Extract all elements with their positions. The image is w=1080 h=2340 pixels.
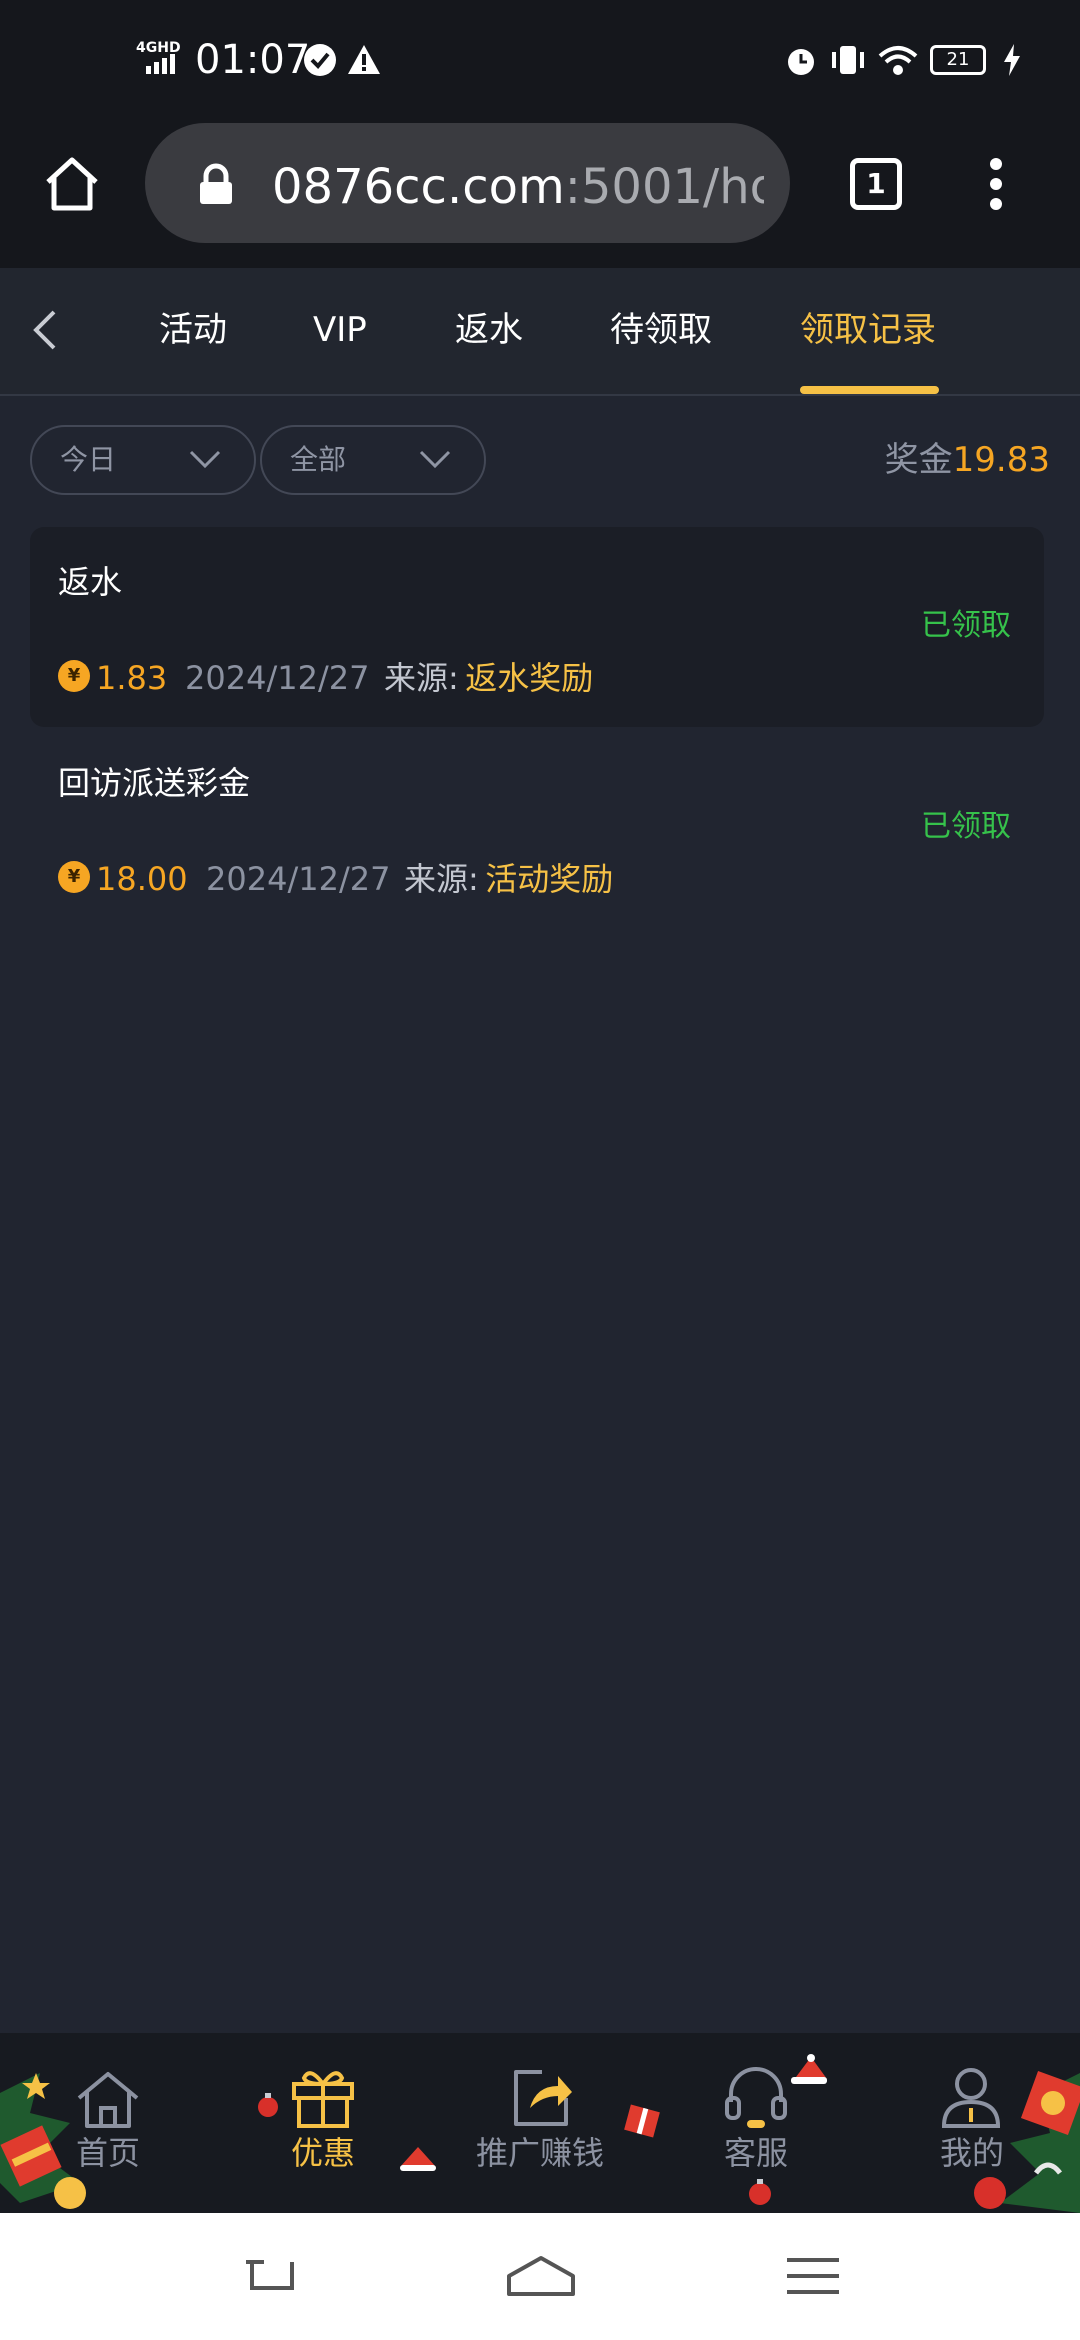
network-indicator: 4GHD bbox=[136, 40, 186, 80]
verified-icon bbox=[304, 44, 336, 76]
alarm-icon bbox=[788, 49, 814, 75]
nav-support[interactable]: 客服 bbox=[656, 2133, 856, 2173]
menu-gesture-icon[interactable] bbox=[785, 2254, 841, 2298]
coin-icon: ¥ bbox=[58, 861, 90, 893]
back-gesture-icon[interactable] bbox=[242, 2254, 298, 2298]
record-amount: 1.83 bbox=[96, 659, 168, 697]
nav-home[interactable]: 首页 bbox=[8, 2133, 208, 2173]
tab-rebate[interactable]: 返水 bbox=[455, 300, 523, 360]
home-icon[interactable] bbox=[42, 154, 102, 214]
tab-count: 1 bbox=[866, 167, 886, 200]
record-date: 2024/12/27 bbox=[206, 860, 391, 898]
active-tab-indicator bbox=[800, 386, 939, 394]
nav-referral[interactable]: 推广赚钱 bbox=[440, 2133, 640, 2173]
record-amount: 18.00 bbox=[96, 860, 188, 898]
profile-nav-icon[interactable] bbox=[938, 2064, 1004, 2130]
lock-icon bbox=[200, 163, 232, 204]
tab-switcher-button[interactable]: 1 bbox=[850, 158, 902, 210]
tab-activity[interactable]: 活动 bbox=[159, 300, 227, 360]
santa-hat-icon bbox=[791, 2054, 827, 2084]
chevron-down-icon bbox=[419, 450, 451, 469]
status-time: 01:07 bbox=[195, 37, 311, 83]
warning-icon bbox=[348, 45, 380, 74]
chevron-down-icon bbox=[189, 450, 221, 469]
record-date: 2024/12/27 bbox=[185, 659, 370, 697]
record-status: 已领取 bbox=[921, 809, 1011, 844]
nav-profile[interactable]: 我的 bbox=[872, 2133, 1072, 2173]
record-source: 来源: 活动奖励 bbox=[404, 860, 614, 898]
back-icon[interactable] bbox=[30, 308, 60, 352]
ornament-icon bbox=[749, 2179, 771, 2205]
coin-icon: ¥ bbox=[58, 660, 90, 692]
url-text[interactable]: 0876cc.com:5001/hom bbox=[272, 157, 764, 217]
more-menu-icon[interactable] bbox=[986, 154, 1006, 214]
vibrate-icon bbox=[832, 46, 864, 74]
wifi-icon bbox=[878, 46, 918, 75]
gift-nav-icon[interactable] bbox=[290, 2064, 356, 2130]
date-filter-value: 今日 bbox=[60, 443, 117, 476]
battery-icon: 21 bbox=[930, 45, 986, 75]
charging-icon bbox=[1004, 44, 1020, 76]
tab-claim-records[interactable]: 领取记录 bbox=[800, 300, 936, 360]
type-filter-value: 全部 bbox=[290, 443, 347, 476]
record-source: 来源: 返水奖励 bbox=[384, 659, 594, 697]
record-title: 返水 bbox=[58, 563, 123, 601]
bonus-total: 奖金19.83 bbox=[884, 440, 1050, 480]
record-status: 已领取 bbox=[921, 608, 1011, 643]
home-gesture-icon[interactable] bbox=[505, 2254, 577, 2298]
tab-vip[interactable]: VIP bbox=[313, 300, 367, 360]
share-nav-icon[interactable] bbox=[508, 2064, 574, 2130]
headset-nav-icon[interactable] bbox=[723, 2064, 789, 2130]
tab-pending[interactable]: 待领取 bbox=[610, 300, 712, 360]
nav-promotions[interactable]: 优惠 bbox=[223, 2133, 423, 2173]
ornament-icon bbox=[258, 2093, 278, 2117]
gift-icon bbox=[624, 2104, 660, 2138]
record-title: 回访派送彩金 bbox=[58, 764, 251, 802]
home-nav-icon[interactable] bbox=[75, 2068, 141, 2128]
